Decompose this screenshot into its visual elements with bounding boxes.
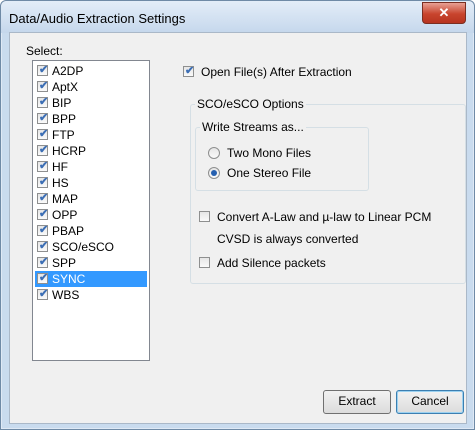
check-icon: ✔ (39, 208, 49, 220)
checkbox[interactable]: ✔ (37, 96, 49, 108)
list-item-label: WBS (52, 288, 80, 302)
one-stereo-file-option[interactable]: One Stereo File (208, 166, 348, 182)
checkbox[interactable]: ✔ (37, 256, 49, 268)
list-item-map[interactable]: ✔ MAP (35, 191, 147, 207)
list-item-label: HF (52, 160, 68, 174)
list-item-sync[interactable]: ✔ SYNC (35, 271, 147, 287)
add-silence-option[interactable]: Add Silence packets (198, 256, 358, 272)
check-icon: ✔ (185, 65, 195, 77)
open-after-extraction-option[interactable]: ✔ Open File(s) After Extraction (182, 65, 372, 81)
list-item-label: HS (52, 176, 69, 190)
check-icon: ✔ (39, 272, 49, 284)
close-icon: ✕ (438, 5, 450, 20)
list-item-label: SPP (52, 256, 77, 270)
checkbox[interactable]: ✔ (37, 240, 49, 252)
extract-button[interactable]: Extract (323, 390, 391, 414)
title-bar[interactable]: Data/Audio Extraction Settings ✕ (1, 1, 474, 33)
list-item-label: A2DP (52, 64, 84, 78)
list-item-label: HCRP (52, 144, 87, 158)
open-after-extraction-label: Open File(s) After Extraction (201, 65, 352, 79)
convert-alaw-checkbox[interactable] (199, 211, 210, 222)
list-item-label: MAP (52, 192, 79, 206)
check-icon: ✔ (39, 240, 49, 252)
two-mono-files-radio[interactable] (208, 147, 220, 159)
list-item-label: SYNC (52, 272, 86, 286)
checkbox[interactable]: ✔ (37, 64, 49, 76)
cancel-button[interactable]: Cancel (396, 390, 464, 414)
two-mono-files-label: Two Mono Files (227, 146, 312, 160)
open-after-extraction-checkbox[interactable]: ✔ (183, 65, 195, 77)
list-item-spp[interactable]: ✔ SPP (35, 255, 147, 271)
list-item-hs[interactable]: ✔ HS (35, 175, 147, 191)
list-item-hf[interactable]: ✔ HF (35, 159, 147, 175)
check-icon: ✔ (39, 160, 49, 172)
check-icon: ✔ (39, 80, 49, 92)
checkbox[interactable]: ✔ (37, 176, 49, 188)
list-item-bpp[interactable]: ✔ BPP (35, 111, 147, 127)
list-item-pbap[interactable]: ✔ PBAP (35, 223, 147, 239)
checkbox[interactable]: ✔ (37, 288, 49, 300)
list-item-label: OPP (52, 208, 78, 222)
list-item-label: BPP (52, 112, 77, 126)
check-icon: ✔ (39, 224, 49, 236)
check-icon: ✔ (39, 112, 49, 124)
two-mono-files-option[interactable]: Two Mono Files (208, 146, 348, 162)
check-icon: ✔ (39, 128, 49, 140)
list-item-label: BIP (52, 96, 72, 110)
select-label: Select: (26, 44, 63, 58)
check-icon: ✔ (39, 176, 49, 188)
checkbox[interactable]: ✔ (37, 224, 49, 236)
sco-options-title: SCO/eSCO Options (195, 97, 306, 111)
list-item-label: SCO/eSCO (52, 240, 115, 254)
list-item-opp[interactable]: ✔ OPP (35, 207, 147, 223)
close-button[interactable]: ✕ (422, 2, 466, 24)
list-item-bip[interactable]: ✔ BIP (35, 95, 147, 111)
check-icon: ✔ (39, 64, 49, 76)
check-icon: ✔ (39, 192, 49, 204)
checkbox[interactable]: ✔ (37, 80, 49, 92)
one-stereo-file-radio[interactable] (208, 167, 220, 179)
list-item-ftp[interactable]: ✔ FTP (35, 127, 147, 143)
write-streams-title: Write Streams as... (200, 120, 306, 134)
convert-alaw-label: Convert A-Law and µ-law to Linear PCM (217, 210, 432, 224)
check-icon: ✔ (39, 288, 49, 300)
profile-listbox[interactable]: ✔ A2DP ✔ AptX ✔ BIP ✔ BPP ✔ FTP ✔ HCRP ✔… (32, 60, 150, 361)
list-item-a2dp[interactable]: ✔ A2DP (35, 63, 147, 79)
window-title: Data/Audio Extraction Settings (9, 11, 186, 26)
checkbox[interactable]: ✔ (37, 160, 49, 172)
list-item-label: AptX (52, 80, 79, 94)
add-silence-checkbox[interactable] (199, 257, 210, 268)
list-item-sco-esco[interactable]: ✔ SCO/eSCO (35, 239, 147, 255)
check-icon: ✔ (39, 256, 49, 268)
check-icon: ✔ (39, 96, 49, 108)
checkbox[interactable]: ✔ (37, 272, 49, 284)
checkbox[interactable]: ✔ (37, 192, 49, 204)
checkbox[interactable]: ✔ (37, 112, 49, 124)
list-item-label: PBAP (52, 224, 85, 238)
check-icon: ✔ (39, 144, 49, 156)
list-item-hcrp[interactable]: ✔ HCRP (35, 143, 147, 159)
one-stereo-file-label: One Stereo File (227, 166, 312, 180)
list-item-label: FTP (52, 128, 75, 142)
radio-selected-dot (211, 170, 217, 176)
add-silence-label: Add Silence packets (217, 256, 326, 270)
list-item-wbs[interactable]: ✔ WBS (35, 287, 147, 303)
convert-alaw-option[interactable]: Convert A-Law and µ-law to Linear PCM (198, 210, 460, 226)
cvsd-note: CVSD is always converted (217, 232, 359, 246)
checkbox[interactable]: ✔ (37, 144, 49, 156)
list-item-aptx[interactable]: ✔ AptX (35, 79, 147, 95)
checkbox[interactable]: ✔ (37, 128, 49, 140)
checkbox[interactable]: ✔ (37, 208, 49, 220)
